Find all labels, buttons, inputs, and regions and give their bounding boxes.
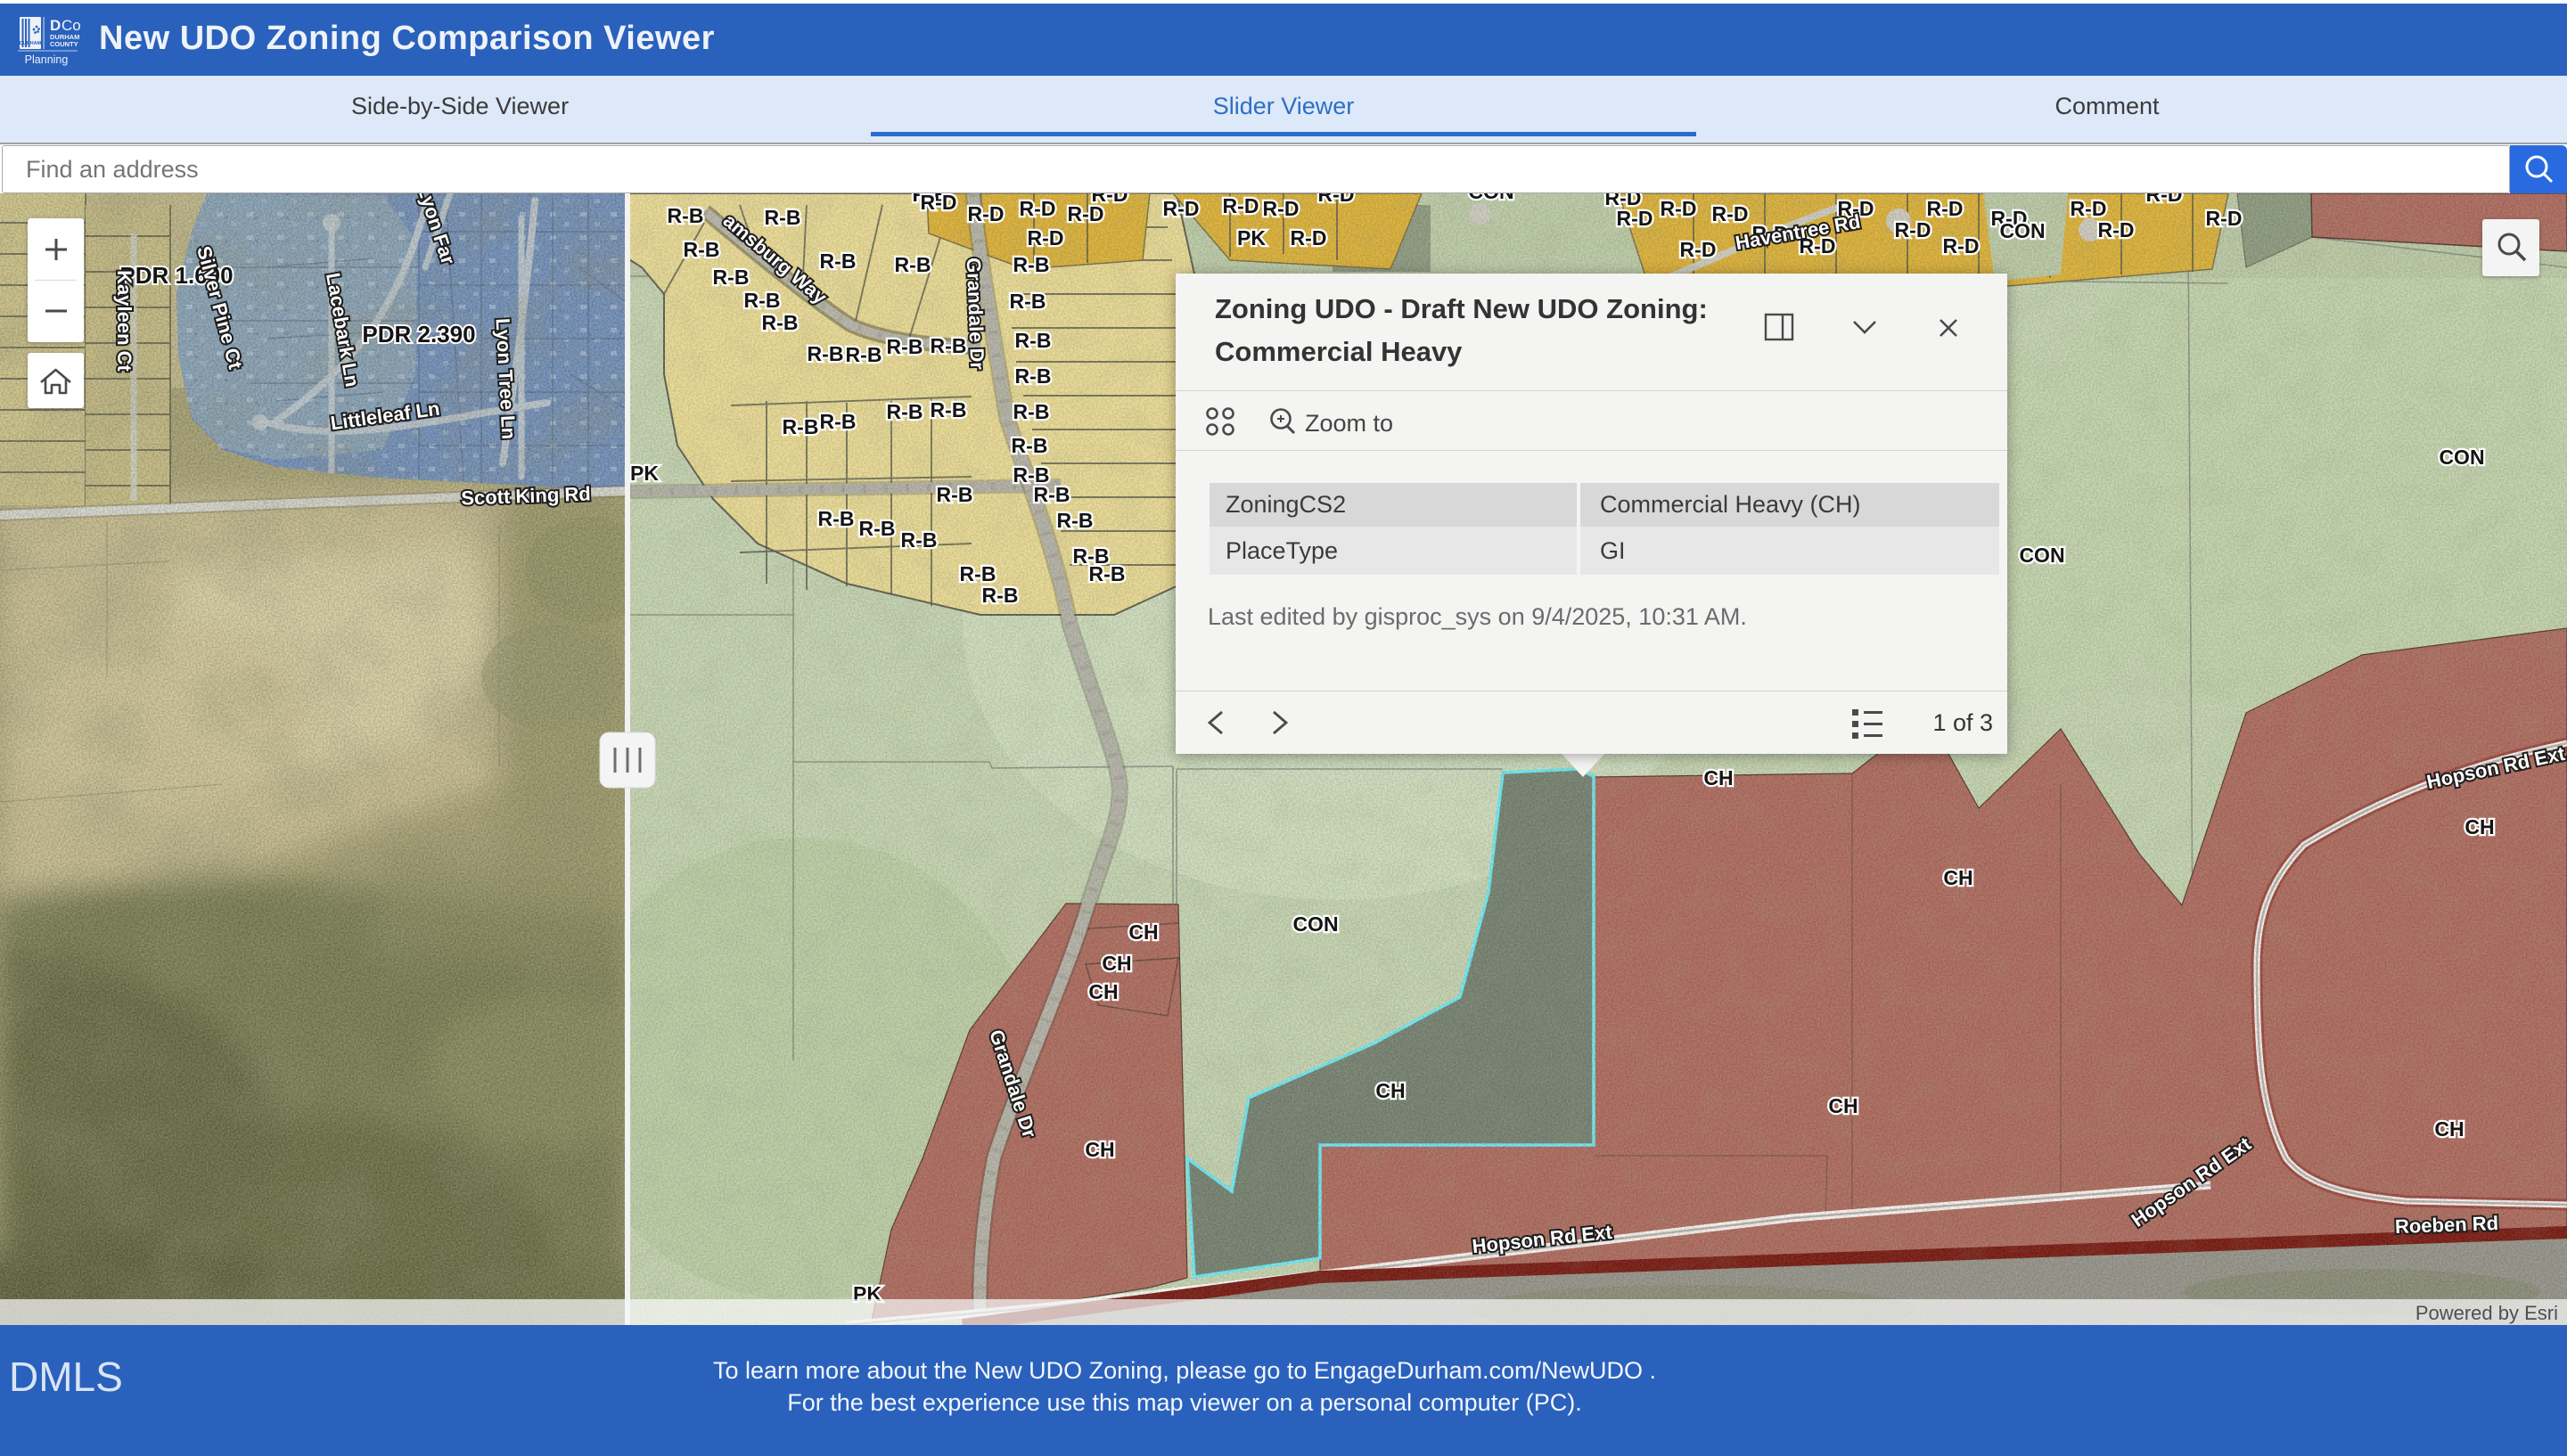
svg-text:R-B: R-B xyxy=(1015,364,1052,388)
svg-text:CH: CH xyxy=(1088,980,1118,1003)
svg-text:CH: CH xyxy=(1128,920,1158,944)
svg-text:R-B: R-B xyxy=(895,253,931,276)
svg-text:CON: CON xyxy=(1292,912,1338,936)
svg-text:R-B: R-B xyxy=(744,289,781,312)
svg-text:R-B: R-B xyxy=(960,562,996,585)
svg-text:Roeben Rd: Roeben Rd xyxy=(2395,1212,2499,1238)
svg-text:R-B: R-B xyxy=(1057,509,1094,532)
svg-text:Grandale Dr: Grandale Dr xyxy=(963,258,988,371)
svg-text:R-B: R-B xyxy=(1010,290,1046,313)
svg-text:R-D: R-D xyxy=(1028,226,1064,249)
svg-text:R-D: R-D xyxy=(1291,226,1327,249)
svg-text:R-B: R-B xyxy=(859,517,896,540)
svg-text:PDR 2.390: PDR 2.390 xyxy=(362,321,475,348)
svg-text:R-B: R-B xyxy=(931,334,967,357)
svg-text:R-B: R-B xyxy=(684,238,720,261)
svg-text:Scott King Rd: Scott King Rd xyxy=(461,482,591,509)
svg-text:R-B: R-B xyxy=(1015,329,1052,352)
svg-text:R-B: R-B xyxy=(887,335,923,358)
svg-text:Kayleen Ct: Kayleen Ct xyxy=(113,270,135,372)
svg-text:R-B: R-B xyxy=(1013,400,1050,423)
svg-text:PK: PK xyxy=(1237,226,1266,249)
svg-text:R-B: R-B xyxy=(765,206,801,229)
svg-text:R-B: R-B xyxy=(668,204,704,227)
svg-text:CH: CH xyxy=(1828,1094,1858,1117)
svg-text:R-D: R-D xyxy=(1927,197,1964,220)
svg-text:R-B: R-B xyxy=(762,311,799,334)
svg-text:R-B: R-B xyxy=(818,507,855,530)
svg-text:R-D: R-D xyxy=(1163,197,1200,220)
svg-text:R-B: R-B xyxy=(901,528,938,552)
svg-text:R-B: R-B xyxy=(982,584,1019,607)
svg-text:Planning: Planning xyxy=(25,53,69,66)
svg-text:CH: CH xyxy=(1102,952,1131,975)
svg-text:R-D: R-D xyxy=(2071,197,2107,220)
svg-text:D: D xyxy=(50,17,61,34)
svg-text:R-B: R-B xyxy=(887,400,923,423)
svg-text:R-B: R-B xyxy=(808,342,844,365)
svg-text:R-D: R-D xyxy=(1020,197,1056,220)
svg-text:R-D: R-D xyxy=(1680,238,1717,261)
svg-text:R-B: R-B xyxy=(846,343,882,366)
svg-text:R-D: R-D xyxy=(2146,193,2183,206)
svg-text:R-D: R-D xyxy=(1895,218,1931,241)
svg-text:R-B: R-B xyxy=(1013,253,1050,276)
svg-text:R-B: R-B xyxy=(783,415,819,438)
svg-text:R-B: R-B xyxy=(1034,483,1070,506)
svg-text:R-B: R-B xyxy=(1089,562,1126,585)
svg-text:R-B: R-B xyxy=(931,398,967,421)
svg-text:R-D: R-D xyxy=(1661,197,1697,220)
svg-text:R-D: R-D xyxy=(921,193,957,214)
svg-text:R-B: R-B xyxy=(1012,434,1048,457)
svg-text:R-D: R-D xyxy=(1943,234,1980,258)
svg-text:R-B: R-B xyxy=(713,266,750,289)
svg-text:CON: CON xyxy=(1999,219,2045,242)
svg-text:DURHAM: DURHAM xyxy=(20,41,42,46)
svg-text:CH: CH xyxy=(2464,815,2494,838)
svg-text:R-B: R-B xyxy=(820,249,857,273)
svg-text:Co: Co xyxy=(62,17,81,34)
svg-text:R-D: R-D xyxy=(2206,207,2243,230)
svg-text:CON: CON xyxy=(1468,193,1513,203)
svg-text:CON: CON xyxy=(2439,446,2484,469)
svg-text:COUNTY: COUNTY xyxy=(50,40,78,48)
svg-text:CON: CON xyxy=(2019,544,2064,567)
svg-text:R-D: R-D xyxy=(1263,197,1300,220)
svg-text:CH: CH xyxy=(1703,766,1733,789)
svg-text:R-D: R-D xyxy=(1712,202,1749,225)
svg-text:R-B: R-B xyxy=(820,410,857,433)
svg-text:CH: CH xyxy=(2434,1117,2464,1141)
svg-text:R-D: R-D xyxy=(968,202,1005,225)
svg-text:PK: PK xyxy=(630,462,659,485)
svg-text:R-D: R-D xyxy=(1617,207,1653,230)
svg-text:CH: CH xyxy=(1943,866,1972,889)
svg-text:CH: CH xyxy=(1085,1138,1114,1161)
svg-text:R-D: R-D xyxy=(1223,194,1259,217)
svg-text:R-B: R-B xyxy=(937,483,973,506)
svg-text:R-D: R-D xyxy=(2098,218,2135,241)
svg-text:R-D: R-D xyxy=(1318,193,1355,206)
svg-text:CH: CH xyxy=(1375,1079,1405,1102)
svg-text:R-D: R-D xyxy=(1092,193,1128,206)
